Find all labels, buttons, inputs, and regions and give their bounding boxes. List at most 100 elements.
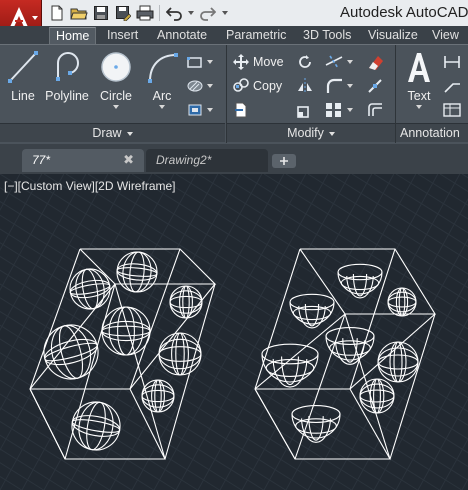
array-dropdown-icon[interactable] [347, 108, 353, 112]
dimension-tool-button[interactable] [442, 52, 462, 72]
line-tool-label: Line [11, 89, 35, 103]
hemisphere-parallel [265, 359, 315, 377]
draw-panel-title[interactable]: Draw [0, 123, 225, 142]
trim-tool-button[interactable] [324, 52, 353, 72]
hemisphere-outline [291, 413, 341, 439]
hemisphere-parallel [329, 340, 371, 356]
trim-dropdown-icon[interactable] [347, 60, 353, 64]
move-tool-button[interactable]: Move [232, 52, 284, 72]
sphere-meridian [169, 290, 203, 314]
sphere-meridian [387, 296, 417, 308]
tab-visualize[interactable]: Visualize [362, 27, 424, 44]
circle-tool-label: Circle [100, 89, 132, 103]
viewport-controls-label[interactable]: [−][Custom View][2D Wireframe] [4, 179, 176, 193]
array-tool-button[interactable] [324, 100, 353, 120]
new-drawing-tab-button[interactable] [272, 154, 296, 168]
text-tool-button[interactable]: Text [402, 49, 436, 109]
mirror-tool-button[interactable] [296, 76, 314, 96]
wire-hemisphere [325, 327, 375, 365]
annotation-panel-title[interactable]: Annotation [396, 123, 468, 155]
offset-tool-button[interactable] [366, 100, 386, 120]
document-tab-bar: 77* ✖ Drawing2* [0, 144, 468, 174]
boundary-tool-button[interactable] [186, 100, 213, 120]
circle-tool-button[interactable]: Circle [98, 49, 134, 109]
redo-dropdown-icon[interactable] [222, 11, 228, 15]
polyline-tool-button[interactable]: Polyline [44, 49, 90, 103]
hatch-dropdown-icon[interactable] [207, 84, 213, 88]
text-dropdown-icon[interactable] [416, 105, 422, 109]
stretch-icon [235, 102, 247, 118]
document-tab-77[interactable]: 77* ✖ [22, 149, 144, 172]
table-icon [443, 103, 461, 117]
box-vertical-edge [29, 248, 81, 390]
explode-tool-button[interactable] [366, 76, 386, 96]
wire-sphere [377, 341, 419, 383]
rotate-tool-button[interactable] [296, 52, 314, 72]
rectangle-dropdown-icon[interactable] [207, 60, 213, 64]
open-icon[interactable] [68, 3, 90, 23]
text-icon [408, 53, 430, 82]
scale-tool-button[interactable] [296, 100, 314, 120]
line-tool-button[interactable]: Line [6, 49, 40, 103]
ribbon-tab-bar: Home Insert Annotate Parametric 3D Tools… [0, 26, 468, 44]
hemisphere-meridian [308, 416, 324, 441]
tab-view[interactable]: View [426, 27, 465, 44]
hatch-tool-button[interactable] [186, 76, 213, 96]
scale-icon [297, 106, 309, 118]
wire-sphere [101, 306, 151, 356]
sphere-meridian [117, 306, 135, 356]
arc-dropdown-icon[interactable] [159, 105, 165, 109]
save-icon[interactable] [90, 3, 112, 23]
document-tab-label: 77* [32, 153, 51, 167]
new-icon[interactable] [46, 3, 68, 23]
tab-insert[interactable]: Insert [101, 27, 144, 44]
left-box [29, 248, 217, 460]
wire-sphere [116, 251, 158, 293]
redo-icon[interactable] [197, 3, 219, 23]
sphere-outline [116, 251, 158, 293]
hemisphere-meridian [304, 303, 320, 327]
rectangle-icon [187, 57, 202, 68]
undo-dropdown-icon[interactable] [188, 11, 194, 15]
box-vertical-edge [254, 248, 301, 390]
sphere-meridian [122, 251, 152, 293]
offset-icon [368, 103, 382, 116]
copy-tool-button[interactable]: Copy [232, 76, 282, 96]
save-as-icon[interactable] [112, 3, 134, 23]
move-icon [233, 54, 249, 70]
arc-tool-button[interactable]: Arc [144, 49, 180, 109]
app-menu-caret-icon [32, 16, 38, 20]
fillet-tool-button[interactable] [324, 76, 353, 96]
leader-tool-button[interactable] [442, 76, 462, 96]
toolbar-separator [159, 5, 160, 21]
box-vertical-edge [389, 313, 436, 460]
undo-icon[interactable] [163, 3, 185, 23]
plot-icon[interactable] [134, 3, 156, 23]
dimension-icon [444, 56, 460, 68]
tab-annotate[interactable]: Annotate [151, 27, 213, 44]
erase-tool-button[interactable] [366, 52, 386, 72]
ribbon-panel: Line Polyline Circle Arc Draw Move Copy … [0, 44, 468, 155]
tab-parametric[interactable]: Parametric [220, 27, 292, 44]
drawing-viewport[interactable]: [−][Custom View][2D Wireframe] [0, 174, 468, 490]
document-tab-drawing2[interactable]: Drawing2* [146, 149, 268, 172]
circle-dropdown-icon[interactable] [113, 105, 119, 109]
wire-hemisphere [337, 263, 383, 299]
rectangle-tool-button[interactable] [186, 52, 213, 72]
hatch-icon [187, 80, 203, 92]
stretch-tool-button[interactable] [232, 100, 250, 120]
close-tab-icon[interactable]: ✖ [123, 149, 134, 171]
wire-sphere [169, 285, 203, 319]
wire-hemisphere [261, 343, 319, 388]
copy-tool-label: Copy [253, 79, 283, 93]
modify-panel-title[interactable]: Modify [227, 123, 395, 142]
sphere-meridian [387, 291, 417, 313]
tab-3d-tools[interactable]: 3D Tools [297, 27, 357, 44]
tab-home[interactable]: Home [49, 27, 97, 44]
boundary-dropdown-icon[interactable] [207, 108, 213, 112]
fillet-dropdown-icon[interactable] [347, 84, 353, 88]
autocad-logo-icon [10, 7, 28, 27]
hemisphere-meridian [281, 356, 299, 386]
table-tool-button[interactable] [442, 100, 462, 120]
wire-sphere [71, 401, 121, 451]
